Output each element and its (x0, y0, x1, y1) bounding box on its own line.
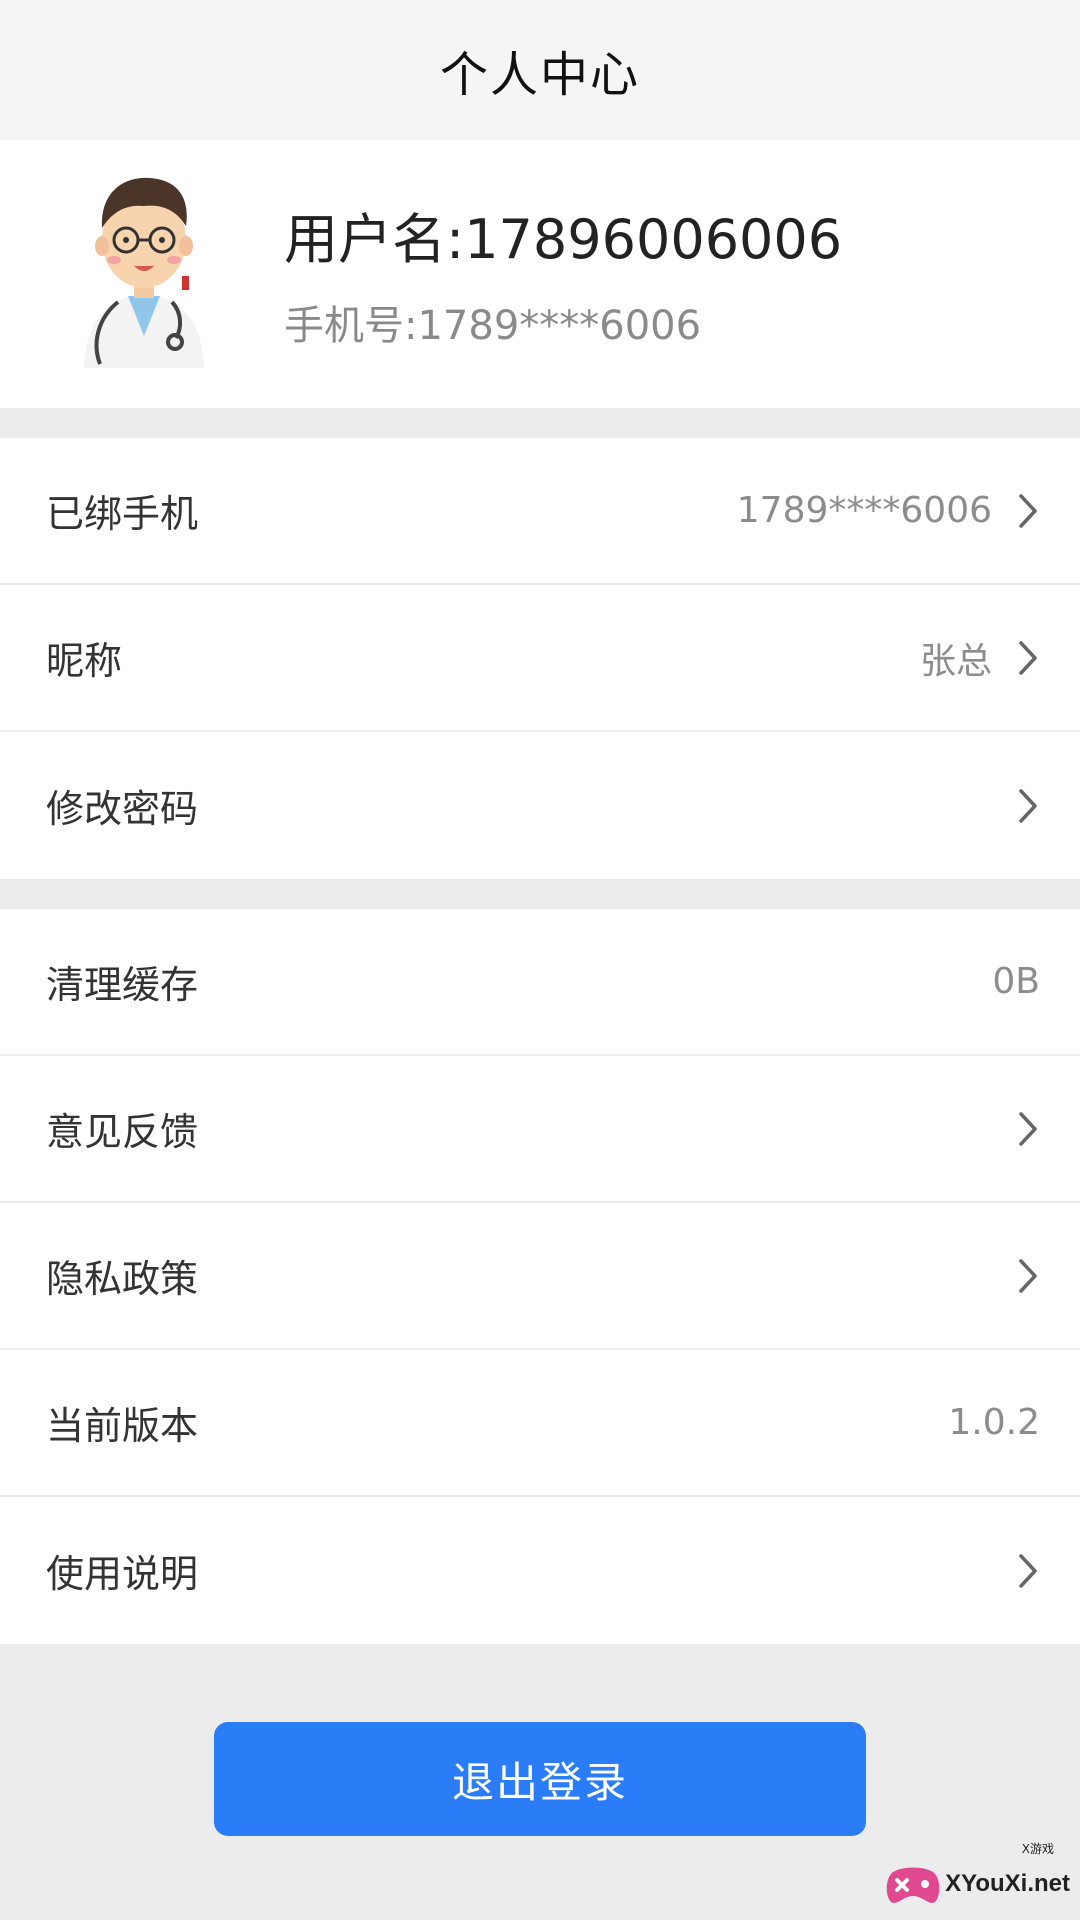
nickname-value: 张总 (919, 640, 992, 682)
watermark-small-text: X游戏 (1021, 1842, 1054, 1856)
chevron-right-icon (1019, 1553, 1037, 1588)
user-guide-row[interactable]: 使用说明 (0, 1497, 1080, 1644)
account-settings-group: 已绑手机 1789****6006 昵称 张总 修改密码 (0, 438, 1080, 879)
profile-card[interactable]: 用户名:17896006006 手机号:1789****6006 (0, 140, 1080, 408)
current-version-label: 当前版本 (46, 1404, 199, 1448)
gamepad-logo-icon (886, 1867, 940, 1903)
user-info: 用户名:17896006006 手机号:1789****6006 (284, 202, 842, 352)
site-watermark: XYouXi.net X游戏 (885, 1842, 1070, 1906)
page-title: 个人中心 (439, 47, 640, 103)
bound-phone-row[interactable]: 已绑手机 1789****6006 (0, 438, 1080, 585)
app-settings-group: 清理缓存 0B 意见反馈 隐私政策 当前版本 1.0.2 使用说明 (0, 909, 1080, 1644)
feedback-row[interactable]: 意见反馈 (0, 1056, 1080, 1203)
phone-label: 手机号:1789****6006 (284, 303, 702, 349)
logout-button[interactable]: 退出登录 (214, 1722, 866, 1836)
privacy-policy-row[interactable]: 隐私政策 (0, 1203, 1080, 1350)
logout-area: 退出登录 (0, 1644, 1080, 1836)
clear-cache-label: 清理缓存 (46, 963, 199, 1007)
feedback-label: 意见反馈 (46, 1110, 199, 1154)
privacy-policy-label: 隐私政策 (46, 1257, 199, 1301)
chevron-right-icon (1019, 1111, 1037, 1146)
version-value: 1.0.2 (948, 1402, 1040, 1443)
watermark-text: XYouXi.net (945, 1870, 1070, 1897)
cache-size-value: 0B (992, 961, 1040, 1002)
change-password-label: 修改密码 (46, 787, 199, 831)
header-bar: 个人中心 (0, 0, 1080, 140)
current-version-row: 当前版本 1.0.2 (0, 1350, 1080, 1497)
user-guide-label: 使用说明 (46, 1552, 199, 1596)
nickname-row[interactable]: 昵称 张总 (0, 585, 1080, 732)
clear-cache-row[interactable]: 清理缓存 0B (0, 909, 1080, 1056)
bound-phone-value: 1789****6006 (736, 490, 992, 531)
doctor-avatar-icon (84, 177, 204, 368)
chevron-right-icon (1019, 493, 1037, 528)
change-password-row[interactable]: 修改密码 (0, 732, 1080, 879)
chevron-right-icon (1019, 640, 1037, 675)
nickname-label: 昵称 (46, 639, 123, 683)
bound-phone-label: 已绑手机 (46, 492, 199, 536)
chevron-right-icon (1019, 788, 1037, 823)
username-label: 用户名:17896006006 (284, 208, 843, 271)
chevron-right-icon (1019, 1258, 1037, 1293)
